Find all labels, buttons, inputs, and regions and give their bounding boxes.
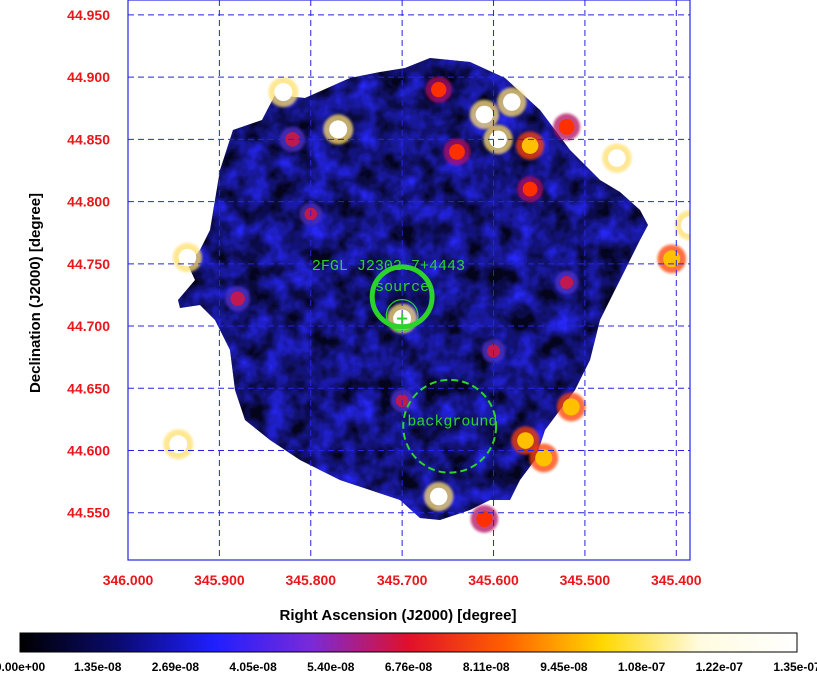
- hotspot: [497, 87, 527, 117]
- hotspot: [469, 99, 500, 130]
- x-tick-label: 345.600: [468, 572, 519, 588]
- hotspot: [515, 131, 545, 160]
- y-tick-label: 44.850: [67, 131, 110, 147]
- colorbar-tick-label: 1.35e-07: [773, 660, 817, 674]
- colorbar-tick-label: 2.69e-08: [152, 660, 200, 674]
- y-tick-label: 44.950: [67, 7, 110, 23]
- hotspot: [657, 244, 687, 274]
- y-tick-label: 44.700: [67, 318, 110, 334]
- colorbar-tick-label: 4.05e-08: [229, 660, 277, 674]
- hotspot: [553, 113, 581, 141]
- colorbar-tick-label: 0.00e+00: [0, 660, 46, 674]
- hotspot: [556, 392, 586, 422]
- hotspot: [517, 176, 543, 203]
- x-tick-label: 345.400: [651, 572, 702, 588]
- x-tick-label: 345.500: [560, 572, 611, 588]
- colorbar-tick-label: 1.08e-07: [618, 660, 666, 674]
- hotspot: [443, 138, 471, 166]
- colorbar-tick-labels: 0.00e+00 1.35e-08 2.69e-08 4.05e-08 5.40e-08…: [0, 660, 817, 674]
- colorbar-tick-label: 9.45e-08: [540, 660, 588, 674]
- hotspot: [268, 77, 299, 108]
- x-tick-label: 345.800: [285, 572, 336, 588]
- hotspot: [554, 270, 579, 295]
- hotspot: [323, 114, 354, 145]
- colorbar-tick-label: 1.22e-07: [696, 660, 744, 674]
- hotspot: [225, 286, 251, 312]
- y-tick-label: 44.650: [67, 380, 110, 396]
- sky-map-figure: 2FGL J2302.7+4443 source background 44.550…: [0, 0, 817, 674]
- x-tick-label: 345.700: [377, 572, 428, 588]
- hotspot: [602, 143, 632, 173]
- y-tick-label: 44.750: [67, 256, 110, 272]
- annotation-label: 2FGL J2302.7+4443: [312, 258, 465, 275]
- y-tick-labels: 44.550 44.600 44.650 44.700 44.750 44.800 44.8…: [67, 7, 110, 521]
- x-tick-label: 345.900: [194, 572, 245, 588]
- hotspot: [172, 242, 203, 273]
- hotspot: [470, 505, 499, 533]
- colorbar-tick-label: 8.11e-08: [463, 660, 510, 674]
- colorbar-tick-label: 6.76e-08: [385, 660, 433, 674]
- hotspot: [163, 429, 194, 460]
- y-tick-label: 44.600: [67, 442, 110, 458]
- y-tick-label: 44.800: [67, 194, 110, 210]
- hotspot: [425, 76, 452, 103]
- colorbar-tick-label: 1.35e-08: [74, 660, 122, 674]
- x-axis-label: Right Ascension (J2000) [degree]: [279, 607, 516, 624]
- annotation-label: background: [407, 414, 497, 431]
- y-axis-label: Declination (J2000) [degree]: [27, 193, 44, 393]
- y-tick-label: 44.550: [67, 505, 110, 521]
- colorbar: [19, 632, 798, 653]
- colorbar-tick-label: 5.40e-08: [307, 660, 355, 674]
- y-tick-label: 44.900: [67, 69, 110, 85]
- x-tick-label: 346.000: [103, 572, 154, 588]
- x-tick-labels: 346.000 345.900 345.800 345.700 345.600 345.5…: [103, 572, 702, 588]
- hotspot: [423, 481, 454, 512]
- annotation-label: source: [375, 279, 429, 296]
- hotspot: [511, 426, 540, 455]
